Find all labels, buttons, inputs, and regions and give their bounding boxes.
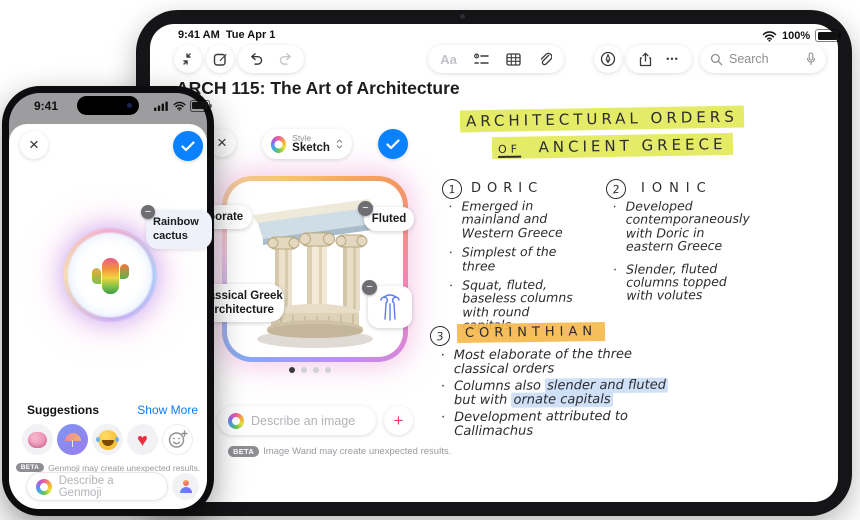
suggestion-heart[interactable]: ♥ [127,424,158,455]
laughing-tears-emoji [96,429,119,450]
checkmark-icon [181,140,195,151]
close-icon: × [29,135,39,154]
suggestion-brain[interactable] [22,424,53,455]
brain-emoji [28,431,47,448]
battery-icon [815,29,842,42]
describe-genmoji-placeholder: Describe a Genmoji [58,474,114,499]
compose-icon [213,53,227,66]
notes-heading-line2: OF ANCIENT GREECE [491,132,733,160]
section-title-doric: DORIC [471,181,544,196]
format-tools-group: Aa [428,45,564,73]
collapse-icon [183,53,191,65]
column-sketch-icon [380,294,400,321]
image-wand-beta-note: BETA Image Wand may create unexpected res… [228,443,451,461]
redo-icon[interactable] [279,52,294,66]
compose-button[interactable] [206,45,234,73]
minus-icon: − [362,202,369,214]
style-rainbow-icon [271,135,287,153]
search-field[interactable]: Search [700,45,826,73]
red-heart-emoji: ♥ [137,429,148,450]
note-title: ARCH 115: The Art of Architecture [176,78,460,98]
share-icon[interactable] [639,52,652,67]
markup-button[interactable] [594,45,622,73]
share-more-group: ••• [626,45,692,73]
undo-redo-group [238,45,304,73]
minus-icon: − [366,281,373,293]
mic-icon[interactable] [806,52,816,66]
remove-fluted-button[interactable]: − [358,201,373,216]
person-icon [179,480,193,493]
suggestion-add-emoji[interactable] [162,424,193,455]
profile-emoji-button[interactable] [172,473,199,500]
remove-prompt-button[interactable]: − [141,205,155,219]
suggestion-umbrella[interactable] [57,424,88,455]
rainbow-cactus-emoji [102,258,119,294]
corinthian-bullets: · Most elaborate of the three classical o… [440,346,669,440]
iphone-status-time: 9:41 [34,99,59,113]
ellipsis-icon[interactable]: ••• [666,54,678,64]
describe-genmoji-input[interactable]: Describe a Genmoji [26,472,168,501]
wifi-icon [173,101,186,111]
search-placeholder: Search [729,52,769,66]
ionic-bullets: · Developed contemporaneously with Doric … [612,198,750,304]
ipad-status-time: 9:41 AM Tue Apr 1 [178,29,276,41]
prompt-chip-rainbow-cactus[interactable]: Rainbow cactus [146,210,212,249]
describe-image-input[interactable]: Describe an image [218,406,376,435]
markup-pen-icon [600,51,616,67]
ipad-camera-dot [460,14,465,19]
chevron-up-down-icon [336,139,343,149]
text-format-button[interactable]: Aa [440,52,457,67]
style-value: Sketch [292,142,330,155]
section-title-corinthian: CORINTHIAN [456,321,606,344]
beta-badge: BETA [15,463,45,473]
cactus-arm [92,268,101,284]
suggestions-label: Suggestions [27,403,100,417]
iphone-status-right [154,100,212,112]
checkmark-icon [386,138,400,149]
undo-icon[interactable] [248,52,263,66]
notes-heading-line1: ARCHITECTURAL ORDERS [459,105,744,133]
doric-bullets: · Emerged in mainland and Western Greece … [448,197,573,333]
paperclip-icon[interactable] [538,52,552,67]
beta-badge: BETA [228,446,260,458]
style-picker[interactable]: Style Sketch [262,129,352,159]
genmoji-close-button[interactable]: × [20,131,48,159]
ipad-status-right: 100% [762,29,842,42]
checklist-icon[interactable] [473,53,489,66]
describe-image-placeholder: Describe an image [251,413,356,428]
plus-icon: + [393,410,404,430]
remove-thumbnail-button[interactable]: − [362,280,377,295]
close-icon: × [217,133,227,152]
image-wand-rainbow-icon [228,412,244,429]
search-icon [710,53,723,65]
umbrella-emoji [64,432,81,447]
table-icon[interactable] [506,52,521,66]
style-label: Style [292,132,312,143]
minus-icon: − [144,205,152,218]
genmoji-accept-button[interactable] [173,131,203,161]
suggestion-laughing[interactable] [92,424,123,455]
genmoji-rainbow-icon [36,478,52,495]
collapse-button[interactable] [174,45,202,73]
cactus-arm [120,264,129,279]
image-pagination-dots[interactable] [286,360,334,378]
cellular-icon [154,101,168,111]
marketing-composite: 9:41 AM Tue Apr 1 100% Aa ••• Search ARC… [0,0,860,520]
image-wand-accept-button[interactable] [378,129,408,159]
battery-icon [190,100,212,112]
section-title-ionic: IONIC [641,181,713,196]
show-more-link[interactable]: Show More [128,403,198,417]
generated-image-card[interactable] [222,176,408,362]
wifi-icon [762,30,777,42]
dynamic-island [77,96,139,115]
add-emoji-icon [168,430,188,448]
battery-percent: 100% [782,29,811,42]
add-image-button[interactable]: + [384,406,413,435]
